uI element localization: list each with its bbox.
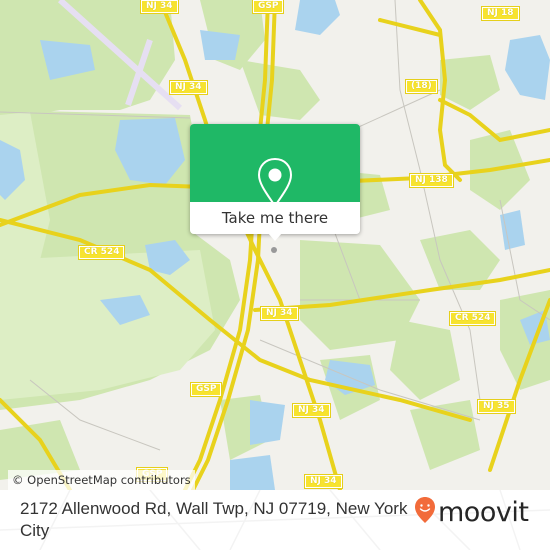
moovit-pin-logo-icon [414, 496, 436, 528]
moovit-map-card: NJ 34 GSP NJ 18 NJ 34 (18) NJ 138 CR 524… [0, 0, 550, 550]
road-label: NJ 34 [304, 474, 343, 489]
road-label: NJ 35 [477, 399, 516, 414]
road-label: NJ 34 [260, 306, 299, 321]
popup-pointer [268, 233, 282, 241]
road-label: NJ 18 [481, 6, 520, 21]
road-label: NJ 34 [292, 403, 331, 418]
road-label: NJ 34 [140, 0, 179, 14]
road-label: CR 524 [77, 245, 126, 260]
road-label: NJ 34 [169, 80, 208, 95]
road-label: NJ 138 [409, 173, 454, 188]
road-label: CR 524 [448, 311, 497, 326]
map-tiles [0, 0, 550, 490]
road-label: GSP [251, 0, 285, 14]
map-view[interactable]: NJ 34 GSP NJ 18 NJ 34 (18) NJ 138 CR 524… [0, 0, 550, 490]
road-label: GSP [189, 382, 223, 397]
popup-header [190, 124, 360, 208]
address-text: 2172 Allenwood Rd, Wall Twp, NJ 07719, N… [20, 499, 408, 540]
location-point [271, 247, 277, 253]
road-label: (18) [405, 79, 438, 94]
brand-name: moovit [438, 496, 529, 528]
footer: 2172 Allenwood Rd, Wall Twp, NJ 07719, N… [0, 490, 550, 550]
location-popup: Take me there [190, 124, 360, 241]
map-attribution[interactable]: © OpenStreetMap contributors [8, 470, 195, 490]
moovit-logo[interactable]: moovit [414, 496, 529, 528]
